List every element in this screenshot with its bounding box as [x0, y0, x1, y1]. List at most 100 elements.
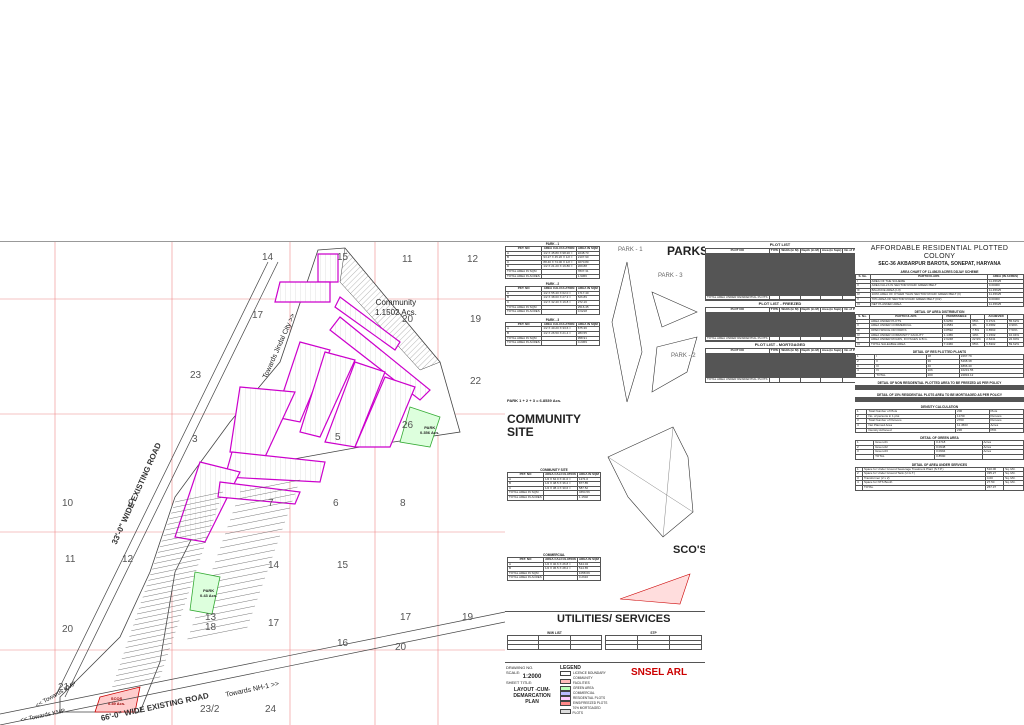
plot-number: 17 [252, 310, 264, 321]
mortgaged-table [855, 397, 1024, 403]
utilities-title: UTILITIES/ SERVICES [557, 613, 671, 625]
area-chart-table: S. No. PARTICULARS AREA (IN ACRES) I AREA OF… [855, 274, 1024, 308]
park2-label: PARK - 2 [671, 353, 696, 359]
table-row [855, 388, 1024, 391]
plot-number: 8 [400, 498, 406, 509]
scos-drawing [619, 573, 691, 605]
table-row: TOTAL AREA IN ACRES 1.1502 [506, 495, 602, 501]
area-chart-panel: AFFORDABLE RESIDENTIAL PLOTTED COLONY SE… [855, 242, 1024, 725]
table-row [855, 400, 1024, 403]
plot-number: 6 [333, 498, 339, 509]
park2-label: PARK 0.43 Acs. [200, 588, 218, 598]
plot-number: 3 [192, 434, 198, 445]
firm-block: SNSEL ARL [615, 667, 703, 678]
project-title: AFFORDABLE RESIDENTIAL PLOTTED COLONY [870, 245, 1009, 260]
plot-list-table: PLOT NO TYPE Width (in M) Depth (in M) Area … [705, 248, 855, 301]
table-header: Depth (in M) [799, 248, 821, 254]
plot-number: 20 [395, 642, 407, 653]
table-row: TOTAL AREA IN ACRES 0.2369 [505, 340, 601, 346]
plot-number: 23 [190, 370, 202, 381]
legend: LEGEND LICENCE BOUNDARY COMMUNITY FACILIT… [560, 665, 610, 716]
plot-number: 17 [268, 618, 280, 629]
frozen-title: DETAIL OF NON RESIDENTIAL PLOTTED AREA T… [877, 381, 1002, 386]
park1-label: PARK - 1 [618, 247, 643, 253]
frozen-table [855, 385, 1024, 391]
table-header: Depth (in M) [799, 307, 821, 313]
plot-number: 12 [122, 554, 134, 565]
plot-number: 11 [65, 554, 76, 565]
plot-number: 7 [268, 498, 274, 509]
plot-number: 15 [337, 560, 349, 571]
freezed-list-title: PLOT LIST - FREEZED [705, 300, 855, 307]
park-table: PARK - 1 PKT. NO AREA CALCULATION AREA IN S… [505, 242, 601, 280]
firm-logo: SNSEL ARL [630, 667, 688, 678]
plot-number: 5 [335, 432, 341, 443]
table-row: VI NET PLANNED AREA 11.45625 [855, 301, 1024, 308]
plot-number: 12 [467, 254, 479, 265]
park-table: PARK - 2 PKT. NO AREA CALCULATION AREA IN S… [505, 282, 601, 315]
density-table: 1 Total Number of Plots 200 Plots 2 No. of pe… [855, 409, 1024, 434]
stp-table: STP [605, 631, 702, 650]
drawing-info: DRAWING NO. SCALE: 1:2000 SHEET TITLE: L… [506, 665, 551, 705]
green-table: 1 Green-01 0.4718 Acres 2 Green-02 0.0948 Acres… [855, 440, 1024, 460]
table-header: Area (in Sqm) [819, 248, 844, 254]
table-row: TOTAL AREA UNDER RESIDENTIAL PLOTS [705, 294, 855, 301]
table-header: Depth (in M) [799, 348, 821, 354]
commercial-table: COMMERCIAL PKT. NO AREA CALCULATION AREA IN… [506, 553, 602, 581]
plot-number: 23/2 [200, 704, 220, 715]
plot-number: 19 [470, 314, 482, 325]
legend-item: 70% MORTGAGED PLOTS [560, 706, 610, 716]
plot-number: 20 [62, 624, 74, 635]
parks-panel: PARK - 1 PKT. NO AREA CALCULATION AREA IN S… [505, 242, 706, 725]
drawing-sheet: 14 15 11 12 17 20 19 23 22 26 3 5 10 9 7 6 8 11 12 14 15 13 17… [0, 241, 1024, 725]
project-subtitle: SEC-36 AKBARPUR BAROTA, SONEPAT, HARYANA [878, 261, 1001, 267]
table-header: Width (in M) [779, 248, 801, 254]
parks-drawing [611, 261, 698, 403]
title-block: DRAWING NO. SCALE: 1:2000 SHEET TITLE: L… [505, 662, 705, 725]
plot-number: 19 [462, 612, 474, 623]
table-row: VI TOTAL SALEABLE AREA 7.4466 65% 6.8302 59.6… [855, 341, 1024, 348]
community-drawing [607, 426, 694, 538]
table-row: TOTAL AREA UNDER RESIDENTIAL PLOTS [705, 377, 855, 383]
res-plots-table: 1 I 18 2267.79 2 II 36 5468.38 3 III 40 4866.40 4 IV 1… [855, 354, 1024, 379]
table-row: TOTAL AREA UNDER RESIDENTIAL PLOTS [705, 335, 855, 342]
wwl-table: W/W LIST [506, 631, 603, 650]
table-header: TYPE [768, 248, 781, 254]
table-header: Width (in M) [779, 348, 801, 354]
services-table: 1 Space for Under Ground Sewerage Treatme… [855, 466, 1024, 491]
park-sum: PARK 1 + 2 + 3 = 6.8539 Acs. [507, 398, 562, 403]
table-header: TYPE [768, 307, 781, 313]
plot-number: 11 [402, 254, 413, 265]
park-table: PARK - 3 PKT. NO AREA CALCULATION AREA IN S… [505, 317, 601, 346]
table-row: TOTAL 267.37 [855, 485, 1024, 491]
table-row: TOTAL AREA IN ACRES 1.9366 [505, 273, 601, 280]
plot-number: 22 [470, 376, 482, 387]
park3-label: PARK - 3 [658, 273, 683, 279]
plot-number: 24 [265, 704, 277, 715]
park-tables: PARK - 1 PKT. NO AREA CALCULATION AREA IN S… [505, 242, 601, 349]
mortgaged-list-table: PLOT NO TYPE Width (in M) Depth (in M) Area … [705, 348, 855, 383]
site-plan-map: 14 15 11 12 17 20 19 23 22 26 3 5 10 9 7 6 8 11 12 14 15 13 17… [0, 242, 506, 725]
plot-number: 16 [337, 638, 349, 649]
plot-number: 15 [337, 252, 349, 263]
mortgaged-title: DETAIL OF 15% RESIDENTIAL PLOTS AREA TO … [877, 393, 1002, 398]
distribution-table: S. No. PARTICULARS PERMISSIBLE ACHIEVED I ARE… [855, 314, 1024, 348]
freezed-list-table: PLOT NO TYPE Width (in M) Depth (in M) Area … [705, 307, 855, 342]
plot-number: 14 [262, 252, 274, 263]
plot-list-panel: PLOT LIST PLOT NO TYPE Width (in M) Depth (… [705, 242, 856, 725]
scos-label: SCOS 0.49 Acs. [108, 696, 126, 706]
table-row: TOTAL 200 22834.12 [855, 372, 1024, 379]
community-table: COMMUNITY SITE PKT. NO AREA CALCULATION ARE… [506, 468, 602, 501]
plot-number: 26 [402, 420, 414, 431]
plot-number: 18 [205, 622, 217, 633]
table-row: Density Achieved 236 PPA [855, 427, 1024, 434]
table-row: TOTAL AREA IN ACRES 0.6218 [505, 309, 601, 315]
table-header: TYPE [768, 348, 781, 354]
plot-number: 17 [400, 612, 412, 623]
park-label: PARK 0.356 Acs. [420, 425, 440, 435]
table-header: Area (in Sqm) [819, 307, 844, 313]
plot-number: 10 [62, 498, 74, 509]
community-site-title: COMMUNITY SITE [507, 412, 581, 439]
community-label: Community 1.1502 Acs. [375, 298, 417, 317]
table-row: TOTAL AREA IN ACRES 0.2616 [506, 575, 602, 581]
